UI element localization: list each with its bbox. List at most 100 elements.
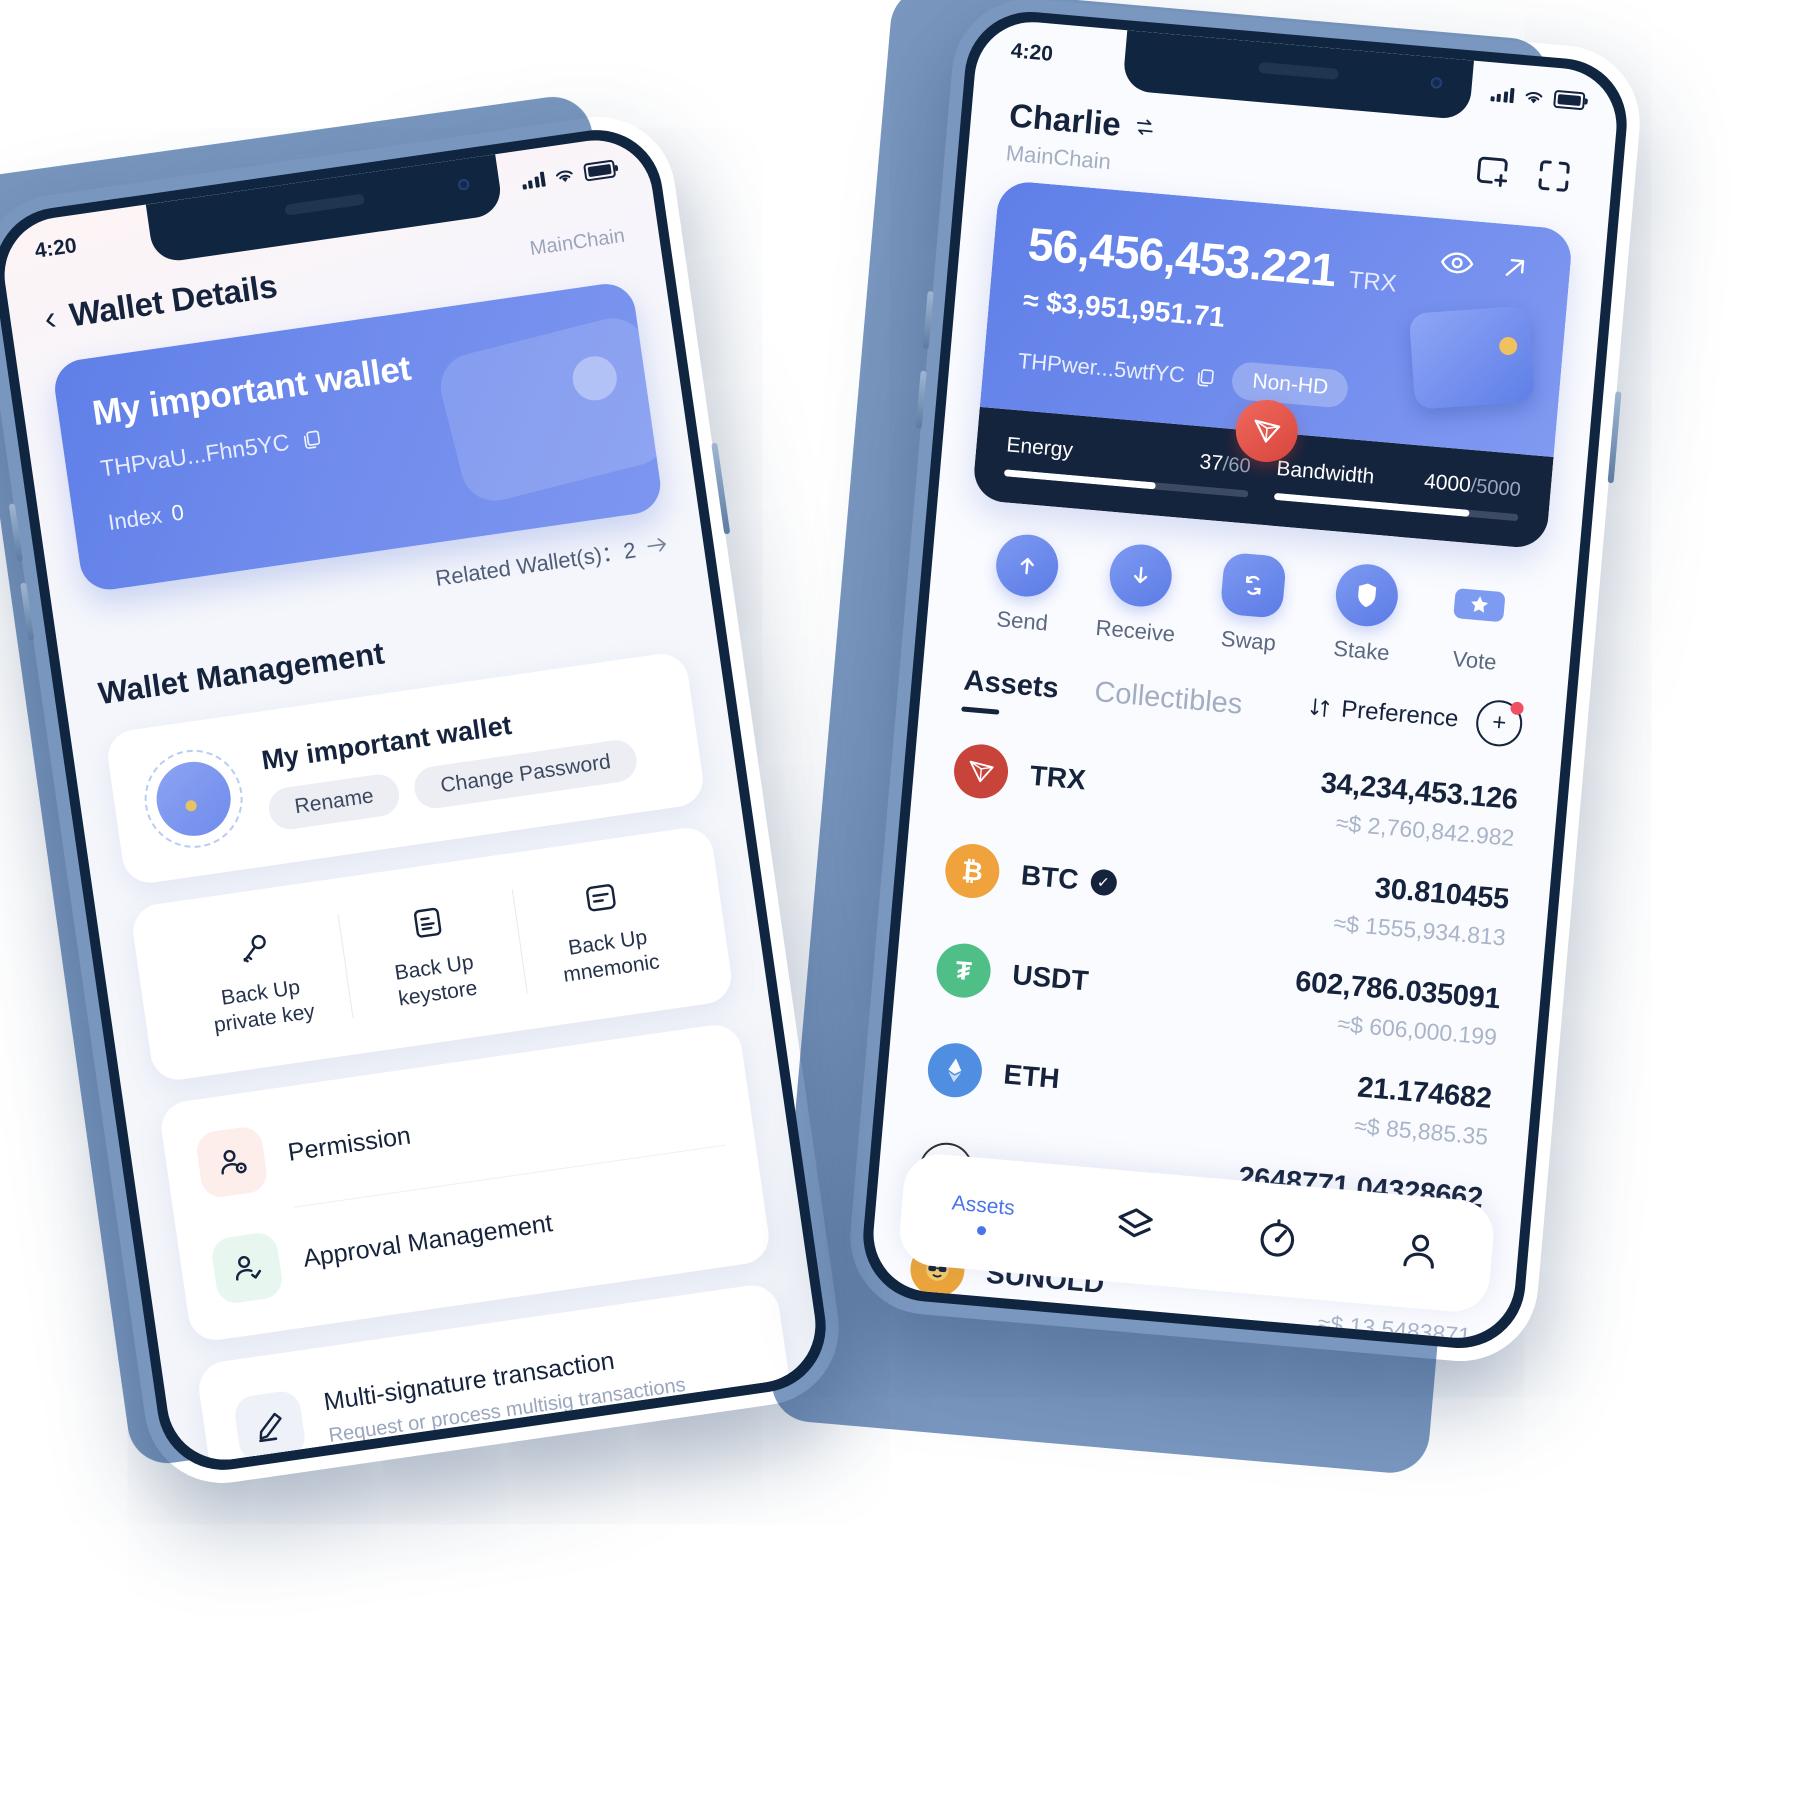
resource-energy: Energy 37/60 [1003, 433, 1252, 498]
ticket-icon [1446, 572, 1513, 639]
balance-card: 56,456,453.221 TRX ≈ $3,951,951.71 THPwe… [971, 179, 1574, 550]
home-address-row[interactable]: THPwer...5wtfYC [1017, 348, 1218, 391]
menu-item-dapp-connection[interactable]: DApp Connection [251, 1466, 787, 1468]
sort-arrows-icon [1310, 698, 1329, 717]
page-title: Wallet Details [67, 266, 280, 334]
menu-item-multisig[interactable]: Multi-signature transaction Request or p… [228, 1303, 764, 1467]
backup-keystore-button[interactable]: Back Up keystore [337, 882, 528, 1026]
wallet-details-content: ‹ Wallet Details MainChain My important … [6, 194, 823, 1468]
quick-action-label-receive: Receive [1094, 614, 1177, 647]
account-switcher[interactable]: Charlie [1008, 96, 1159, 147]
energy-total: 60 [1227, 453, 1252, 478]
tabbar-label-assets: Assets [950, 1190, 1016, 1220]
approval-user-check-icon [209, 1230, 285, 1305]
asset-symbol-eth: ETH [1002, 1058, 1061, 1095]
asset-fiat-eth: ≈$ 85,885.35 [1353, 1112, 1490, 1150]
quick-action-label-send: Send [995, 606, 1049, 636]
quick-action-label-stake: Stake [1332, 635, 1391, 666]
chain-label: MainChain [528, 224, 627, 260]
phone-wallet-home: 4:20 Charlie MainChain 56,456,453.221 TR… [844, 0, 1646, 1368]
resource-bandwidth: Bandwidth 4000/5000 [1273, 457, 1522, 522]
copy-icon[interactable] [299, 426, 324, 451]
phone-bezel-right: 4:20 Charlie MainChain 56,456,453.221 TR… [857, 6, 1633, 1354]
asset-symbol-trx: TRX [1028, 759, 1088, 796]
battery-icon [583, 159, 617, 182]
add-wallet-icon[interactable] [1471, 149, 1514, 192]
status-time-right: 4:20 [1009, 39, 1054, 66]
arrow-up-icon [993, 531, 1061, 600]
preference-button[interactable]: Preference [1306, 693, 1460, 734]
eth-coin-icon [925, 1040, 985, 1100]
permission-user-icon [194, 1124, 270, 1199]
profile-icon [1403, 1234, 1435, 1269]
back-chevron-icon[interactable]: ‹ [42, 299, 59, 338]
arrow-up-right-icon[interactable] [1498, 252, 1531, 289]
quick-action-label-vote: Vote [1451, 646, 1498, 675]
bandwidth-total: 5000 [1475, 475, 1522, 502]
rename-button[interactable]: Rename [266, 771, 403, 832]
battery-icon [1553, 89, 1586, 111]
quick-action-send[interactable]: Send [968, 530, 1082, 639]
energy-used: 37 [1198, 450, 1224, 476]
home-address: THPwer...5wtfYC [1016, 348, 1186, 388]
swap-account-icon [1136, 119, 1153, 135]
verified-badge-icon: ✓ [1089, 868, 1118, 897]
signal-icon [1489, 86, 1515, 103]
trx-coin-icon [951, 742, 1011, 801]
tab-assets[interactable]: Assets [962, 665, 1060, 714]
active-indicator-dot [976, 1225, 987, 1235]
bandwidth-used: 4000 [1423, 469, 1472, 497]
status-icons [520, 159, 617, 190]
earpiece-speaker-right [1257, 61, 1339, 80]
status-icons-right [1489, 84, 1586, 111]
energy-label: Energy [1005, 433, 1074, 463]
explore-icon [1260, 1218, 1295, 1257]
asset-symbol-btc: BTC [1019, 859, 1080, 896]
tabbar-item-layers[interactable] [1111, 1201, 1159, 1254]
layers-icon [1118, 1207, 1153, 1237]
btc-coin-icon: ₿ [943, 841, 1002, 901]
eye-icon[interactable] [1439, 248, 1476, 282]
quick-action-receive[interactable]: Receive [1081, 540, 1195, 649]
menu-label-permission: Permission [286, 1121, 413, 1167]
usdt-coin-icon: ₮ [934, 941, 993, 1000]
chain-name: MainChain [1004, 140, 1112, 175]
add-token-icon[interactable]: + [1474, 698, 1525, 749]
balance-amount: 56,456,453.221 [1025, 217, 1338, 297]
shield-icon [1332, 561, 1400, 629]
hd-badge: Non-HD [1230, 360, 1350, 409]
asset-amount-eth: 21.174682 [1356, 1071, 1493, 1116]
front-camera-right [1430, 76, 1443, 89]
wallet-index-label: Index [106, 502, 164, 536]
quick-action-vote[interactable]: Vote [1421, 570, 1535, 679]
related-wallets-label: Related Wallet(s)：2 [433, 537, 638, 591]
asset-symbol-usdt: USDT [1011, 958, 1090, 997]
quick-action-stake[interactable]: Stake [1308, 560, 1422, 669]
backup-mnemonic-button[interactable]: Back Up mnemonic [510, 857, 701, 1001]
copy-icon[interactable] [1194, 366, 1218, 390]
tabbar-item-profile[interactable] [1396, 1226, 1444, 1279]
wallet-avatar[interactable] [138, 743, 250, 855]
wallet-address: THPvaU...Fhn5YC [98, 428, 291, 482]
quick-action-label-swap: Swap [1219, 625, 1277, 656]
phone-wallet-details: 4:20 ‹ Wallet Details MainChain My impor… [0, 107, 849, 1494]
power-button[interactable] [711, 442, 731, 535]
status-time: 4:20 [33, 234, 79, 263]
wallet-index-value: 0 [169, 499, 186, 526]
wifi-icon [556, 170, 573, 183]
preference-label: Preference [1340, 695, 1460, 733]
tabbar-item-assets[interactable]: Assets [949, 1190, 1016, 1237]
pencil-icon [232, 1388, 308, 1464]
phone-screen: 4:20 ‹ Wallet Details MainChain My impor… [0, 132, 824, 1468]
power-button-right[interactable] [1607, 391, 1622, 484]
asset-amount-btc: 30.810455 [1373, 872, 1511, 916]
quick-action-swap[interactable]: Swap [1194, 550, 1308, 659]
account-name: Charlie [1007, 96, 1123, 143]
signal-icon [520, 171, 546, 190]
arrow-down-icon [1106, 541, 1174, 610]
mockup-stage: 4:20 ‹ Wallet Details MainChain My impor… [0, 0, 1800, 1800]
scan-qr-icon[interactable] [1532, 154, 1575, 197]
front-camera [457, 178, 471, 191]
backup-private-key-button[interactable]: Back Up private key [163, 907, 354, 1051]
tabbar-item-explore[interactable] [1253, 1214, 1301, 1267]
